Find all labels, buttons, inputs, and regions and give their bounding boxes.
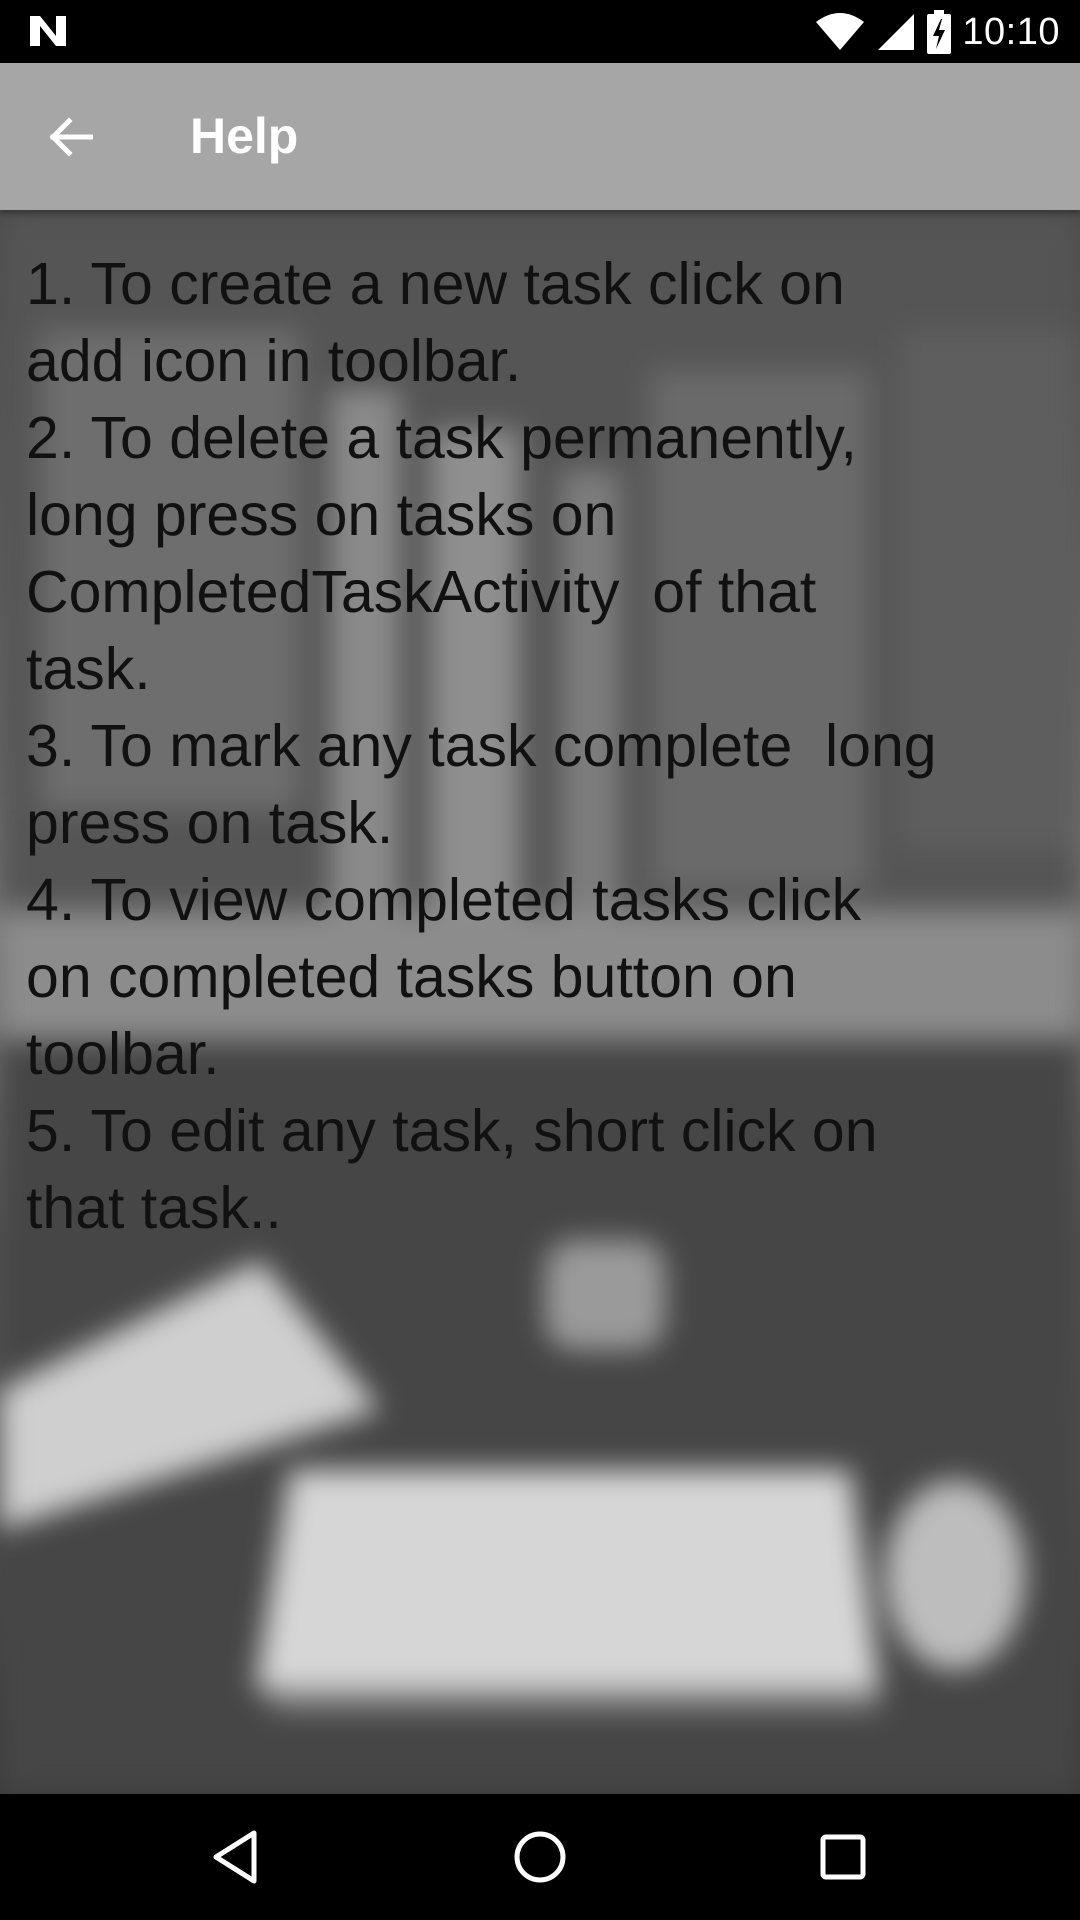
nav-back-button[interactable] [200, 1822, 270, 1892]
cell-signal-icon [878, 14, 915, 50]
arrow-back-icon [49, 117, 93, 157]
back-triangle-icon [213, 1830, 257, 1884]
nav-recents-button[interactable] [808, 1822, 878, 1892]
page-title: Help [190, 108, 299, 164]
status-bar: 10:10 [0, 0, 1080, 63]
nav-home-button[interactable] [505, 1822, 575, 1892]
android-n-logo-icon [30, 16, 66, 46]
navigation-bar [0, 1794, 1080, 1920]
status-time: 10:10 [962, 10, 1060, 53]
battery-charging-icon [927, 10, 952, 54]
help-content: 1. To create a new task click on add ico… [0, 210, 1080, 1794]
back-button[interactable] [40, 107, 100, 167]
wifi-icon [816, 13, 865, 50]
help-instructions-text: 1. To create a new task click on add ico… [26, 251, 937, 1241]
home-circle-icon [514, 1831, 566, 1883]
status-icons: 10:10 [814, 8, 1060, 56]
toolbar: Help [0, 63, 1080, 210]
recents-square-icon [820, 1834, 866, 1880]
